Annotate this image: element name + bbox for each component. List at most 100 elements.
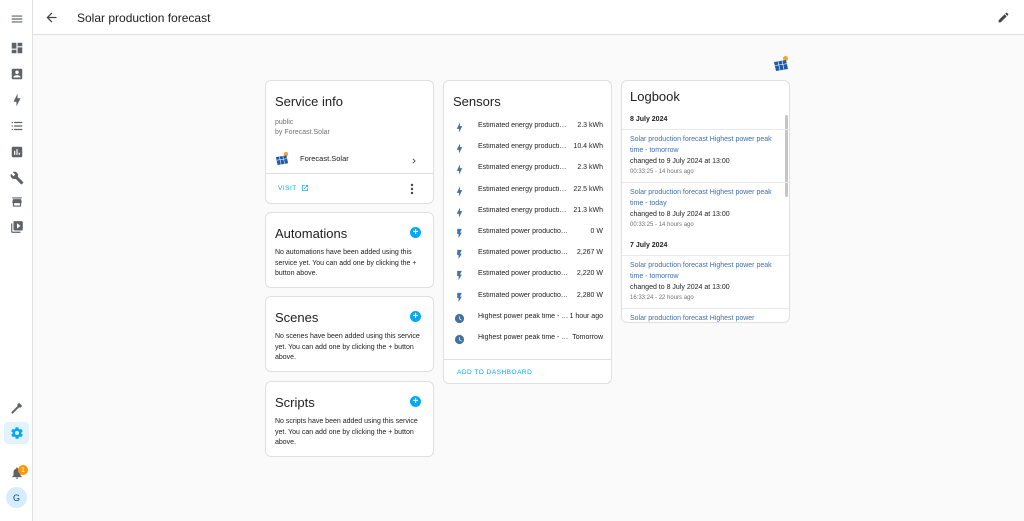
clock-icon [454,311,465,323]
map-person-icon[interactable] [0,63,33,85]
sensor-value: 2,220 W [576,270,603,278]
sidebar: 1 G [0,0,33,521]
forecast-solar-logo-icon [773,55,789,71]
back-arrow-icon[interactable] [44,10,59,25]
scenes-card: Scenes + No scenes have been added using… [265,296,434,372]
logbook-entry: Solar production forecast Highest power … [630,134,780,177]
edit-pencil-icon[interactable] [997,11,1010,24]
chevron-right-icon [409,153,419,164]
automations-title: Automations [275,226,348,241]
sensor-row[interactable]: Estimated power production - next hour 2,… [444,243,611,264]
logbook-date: 7 July 2024 [630,242,668,249]
logbook-title: Logbook [630,89,680,104]
sensor-row[interactable]: Estimated energy production - tomorrow21… [444,201,611,222]
sensor-row[interactable]: Estimated energy production - next hour 2… [444,158,611,179]
sensor-row[interactable]: Estimated power production - now 0 W [444,222,611,243]
logbook-entry-change: changed to 8 July 2024 at 13:00 [630,211,730,218]
lightning-icon [454,120,465,133]
menu-icon[interactable] [0,8,33,30]
sensor-name: Estimated energy production - next hour [478,164,570,172]
forecast-solar-integration-icon [275,151,289,165]
sensor-value: Tomorrow [572,334,603,341]
sensor-name: Highest power peak time - today [478,312,570,320]
more-options-icon[interactable] [409,182,415,195]
logbook-entry-time: 00:33:25 - 14 hours ago [630,169,694,175]
sensor-value: 22.5 kWh [573,185,603,193]
add-scene-plus-icon[interactable]: + [410,311,421,322]
energy-icon[interactable] [0,89,33,111]
sensor-row[interactable]: Estimated power production - next 24 hou… [444,286,611,307]
logbook-entry-title-link[interactable]: Solar production forecast Highest power … [630,187,780,209]
sensor-row[interactable]: Estimated energy production - remaining … [444,180,611,201]
scripts-card: Scripts + No scripts have been added usi… [265,381,434,457]
sensor-name: Estimated energy production - this hour [478,122,570,129]
sensor-value: 2,267 W [576,249,603,257]
logbook-date: 8 July 2024 [630,116,668,123]
developer-tools-hammer-icon[interactable] [0,397,33,419]
sensor-name: Estimated energy production - tomorrow [478,206,570,214]
open-in-new-icon [301,185,308,191]
media-store-icon[interactable] [0,191,33,213]
power-icon [454,268,465,281]
integration-name: Forecast.Solar [300,154,349,163]
sensor-value: 21.3 kWh [573,206,603,214]
logbook-list-icon[interactable] [0,115,33,137]
logbook-card: Logbook 8 July 2024 Solar production for… [621,80,790,323]
add-script-plus-icon[interactable]: + [410,396,421,407]
sensor-name: Estimated power production - next 24 hou… [478,291,570,299]
logbook-entry: Solar production forecast Highest power … [630,260,780,303]
visit-button[interactable]: VISIT [278,184,309,192]
power-icon [454,290,465,302]
logbook-entry-title-link[interactable]: Solar production forecast Highest power … [630,260,780,282]
media-player-icon[interactable] [0,216,33,238]
sensor-name: Highest power peak time - tomorrow [478,334,570,341]
sensor-row[interactable]: Estimated energy production - this hour 2… [444,116,611,137]
sensor-row[interactable]: Highest power peak time - today 1 hour ag… [444,307,611,328]
sensor-value: 1 hour ago [569,312,603,320]
integration-link-row[interactable]: Forecast.Solar [266,147,433,169]
scenes-title: Scenes [275,310,319,325]
sensor-row[interactable]: Estimated energy production - today10.4 … [444,137,611,158]
sensor-row[interactable]: Highest power peak time - tomorrowTomorr… [444,328,611,349]
logbook-scrollbar[interactable] [785,115,788,197]
divider [622,182,789,183]
divider [266,173,433,174]
sensors-title: Sensors [453,94,501,109]
logbook-entry-time: 00:33:25 - 14 hours ago [630,222,694,228]
add-automation-plus-icon[interactable]: + [410,227,421,238]
page-title: Solar production forecast [77,11,211,25]
notifications-bell-icon[interactable] [0,462,33,484]
sensors-card: Sensors Estimated energy production - th… [443,80,612,384]
scripts-empty-text: No scripts have been added using this se… [275,418,418,446]
sensor-value: 2.3 kWh [577,164,603,172]
automations-empty-text: No automations have been added using thi… [275,249,417,277]
user-avatar[interactable]: G [6,487,27,508]
settings-gear-icon[interactable] [4,422,29,444]
divider [444,359,611,360]
sensor-row[interactable]: Estimated power production - next 12 hou… [444,264,611,285]
divider [622,129,789,130]
wrench-icon[interactable] [0,167,33,189]
history-chart-icon[interactable] [0,141,33,163]
lightning-icon [454,141,465,154]
service-info-title: Service info [275,94,343,109]
service-meta: public by Forecast.Solar [275,118,330,138]
power-icon [454,226,465,239]
power-icon [454,247,465,260]
sensor-name: Estimated power production - next hour [478,249,570,257]
add-to-dashboard-button[interactable]: ADD TO DASHBOARD [457,369,532,376]
top-app-bar: Solar production forecast [33,0,1024,35]
logbook-entry: Solar production forecast Highest power [630,313,780,322]
overview-dashboard-icon[interactable] [0,37,33,59]
logbook-entry-title-link[interactable]: Solar production forecast Highest power … [630,134,780,156]
sensor-name: Estimated power production - next 12 hou… [478,270,570,278]
visit-label: VISIT [278,184,297,192]
sensor-name: Estimated power production - now [478,228,570,235]
logbook-entry-title-link[interactable]: Solar production forecast Highest power [630,313,780,322]
divider [622,255,789,256]
scripts-title: Scripts [275,395,315,410]
service-visibility: public [275,119,294,126]
scenes-empty-text: No scenes have been added using this ser… [275,333,420,361]
automations-card: Automations + No automations have been a… [265,212,434,288]
lightning-icon [454,184,465,197]
